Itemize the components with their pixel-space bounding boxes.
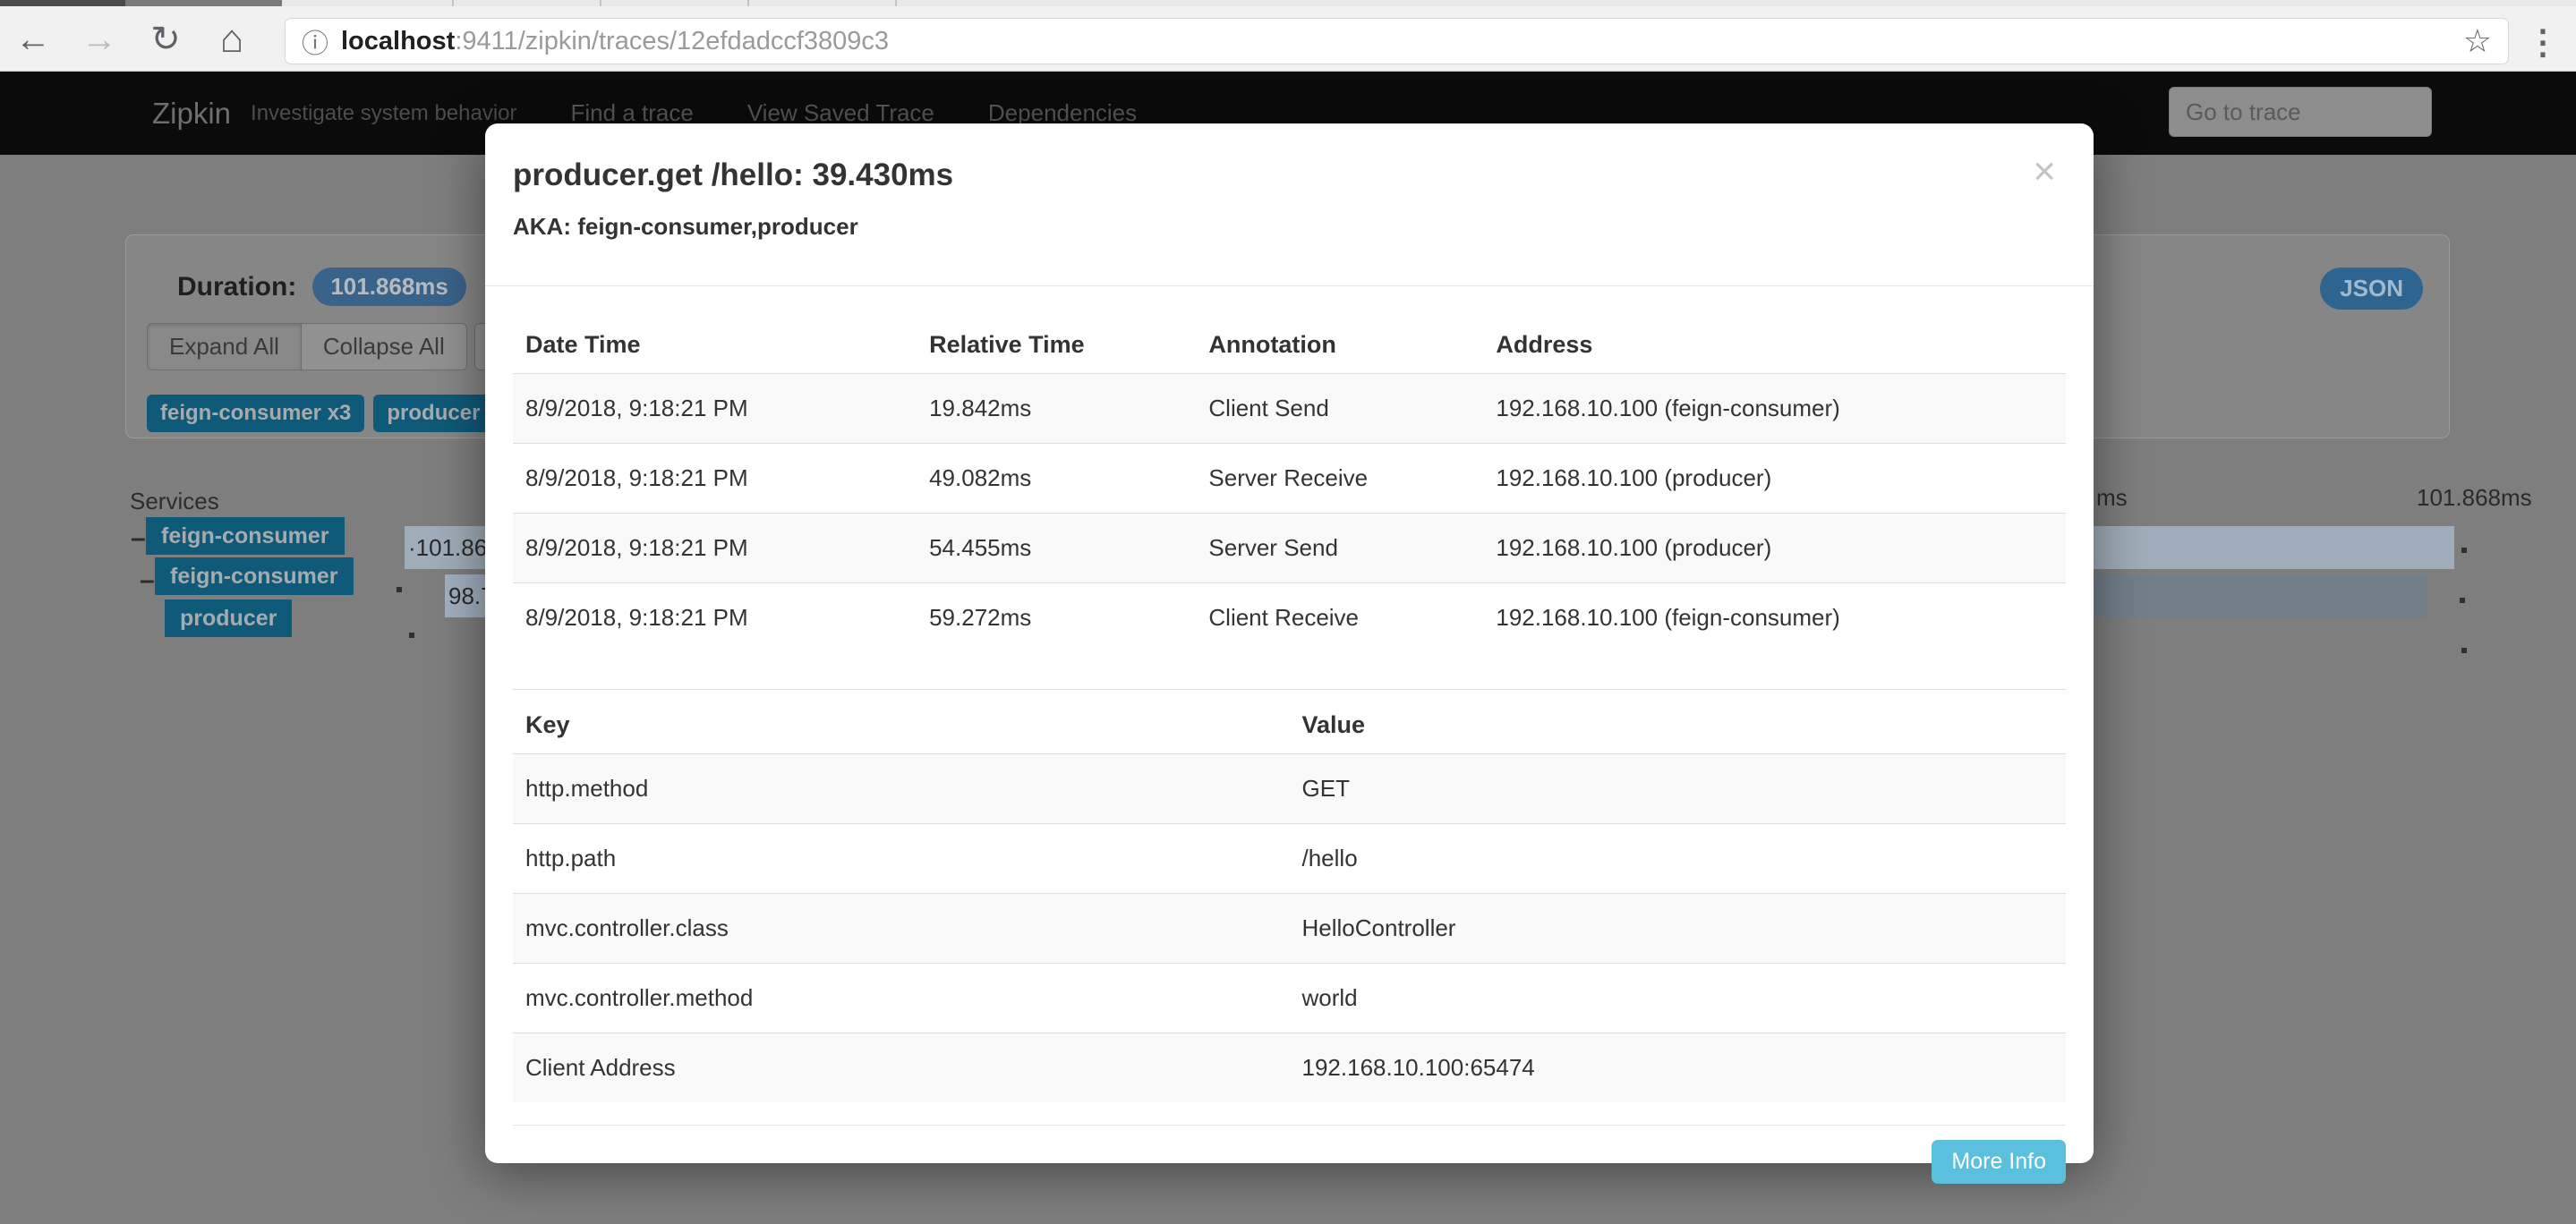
forward-icon[interactable]: → [66, 21, 132, 57]
home-icon[interactable]: ⌂ [199, 19, 265, 59]
service-node-feign-consumer-2[interactable]: feign-consumer [155, 557, 354, 595]
expand-all-button[interactable]: Expand All [147, 323, 302, 370]
duration-label: Duration: [177, 271, 297, 302]
timeline-end-tick: 101.868ms [2417, 484, 2532, 511]
tags-table: Key Value http.method GET http.path /hel… [513, 689, 2066, 1102]
collapse-toggle[interactable]: – [131, 523, 146, 554]
span-detail-modal: producer.get /hello: 39.430ms AKA: feign… [485, 123, 2094, 1184]
close-icon[interactable]: × [2033, 152, 2056, 191]
modal-header: producer.get /hello: 39.430ms AKA: feign… [485, 123, 2094, 286]
browser-toolbar: ← → ↻ ⌂ ⓘ localhost :9411/zipkin/traces/… [0, 6, 2576, 72]
annotation-dot [2461, 548, 2467, 553]
annotations-table: Date Time Relative Time Annotation Addre… [513, 310, 2066, 652]
col-header-date-time: Date Time [513, 310, 917, 374]
annotation-dot [409, 633, 414, 638]
url-path: :9411/zipkin/traces/12efdadccf3809c3 [455, 26, 890, 55]
service-tag-feign-consumer[interactable]: feign-consumer x3 [147, 395, 365, 432]
annotation-dot [2461, 648, 2467, 653]
back-icon[interactable]: ← [0, 21, 66, 57]
span-aka: AKA: feign-consumer,producer [513, 213, 858, 240]
table-row: 8/9/2018, 9:18:21 PM 49.082ms Server Rec… [513, 443, 2066, 514]
service-node-feign-consumer-1[interactable]: feign-consumer [146, 517, 345, 555]
collapse-all-button[interactable]: Collapse All [301, 323, 467, 370]
services-heading: Services [130, 488, 219, 514]
bookmark-star-icon[interactable]: ☆ [2463, 22, 2492, 60]
duration-badge: 101.868ms [312, 268, 466, 306]
modal-footer: More Info [513, 1125, 2066, 1184]
modal-body: Date Time Relative Time Annotation Addre… [485, 310, 2094, 1102]
table-row: http.method GET [513, 753, 2066, 824]
zipkin-tagline: Investigate system behavior [251, 100, 517, 125]
col-header-annotation: Annotation [1196, 310, 1484, 374]
collapse-toggle[interactable]: – [140, 565, 155, 596]
col-header-relative-time: Relative Time [917, 310, 1197, 374]
reload-icon[interactable]: ↻ [132, 21, 199, 57]
browser-menu-icon[interactable]: ⋮ [2526, 22, 2560, 63]
json-button[interactable]: JSON [2320, 268, 2423, 310]
page-info-icon[interactable]: ⓘ [302, 21, 328, 61]
table-row: 8/9/2018, 9:18:21 PM 59.272ms Client Rec… [513, 582, 2066, 652]
service-node-producer[interactable]: producer [165, 599, 293, 637]
span-title: producer.get /hello: 39.430ms [513, 157, 954, 192]
col-header-key: Key [513, 689, 1290, 754]
table-row: 8/9/2018, 9:18:21 PM 19.842ms Client Sen… [513, 373, 2066, 444]
table-row: http.path /hello [513, 823, 2066, 894]
url-host: localhost [341, 26, 456, 55]
more-info-button[interactable]: More Info [1932, 1140, 2066, 1184]
table-row: 8/9/2018, 9:18:21 PM 54.455ms Server Sen… [513, 513, 2066, 583]
annotation-dot [2460, 598, 2465, 603]
col-header-address: Address [1483, 310, 2066, 374]
timeline-tick-partial: ms [2096, 484, 2128, 511]
browser-chrome: ← → ↻ ⌂ ⓘ localhost :9411/zipkin/traces/… [0, 0, 2576, 72]
screen: ← → ↻ ⌂ ⓘ localhost :9411/zipkin/traces/… [0, 0, 2576, 1224]
col-header-value: Value [1289, 689, 2066, 754]
table-row: Client Address 192.168.10.100:65474 [513, 1033, 2066, 1102]
table-row: mvc.controller.method world [513, 963, 2066, 1033]
browser-tabstrip [0, 0, 2576, 6]
table-row: mvc.controller.class HelloController [513, 893, 2066, 964]
url-bar[interactable]: ⓘ localhost :9411/zipkin/traces/12efdadc… [285, 18, 2509, 64]
go-to-trace-input[interactable] [2169, 87, 2432, 137]
zipkin-brand[interactable]: Zipkin [152, 97, 231, 131]
annotation-dot [397, 587, 402, 592]
